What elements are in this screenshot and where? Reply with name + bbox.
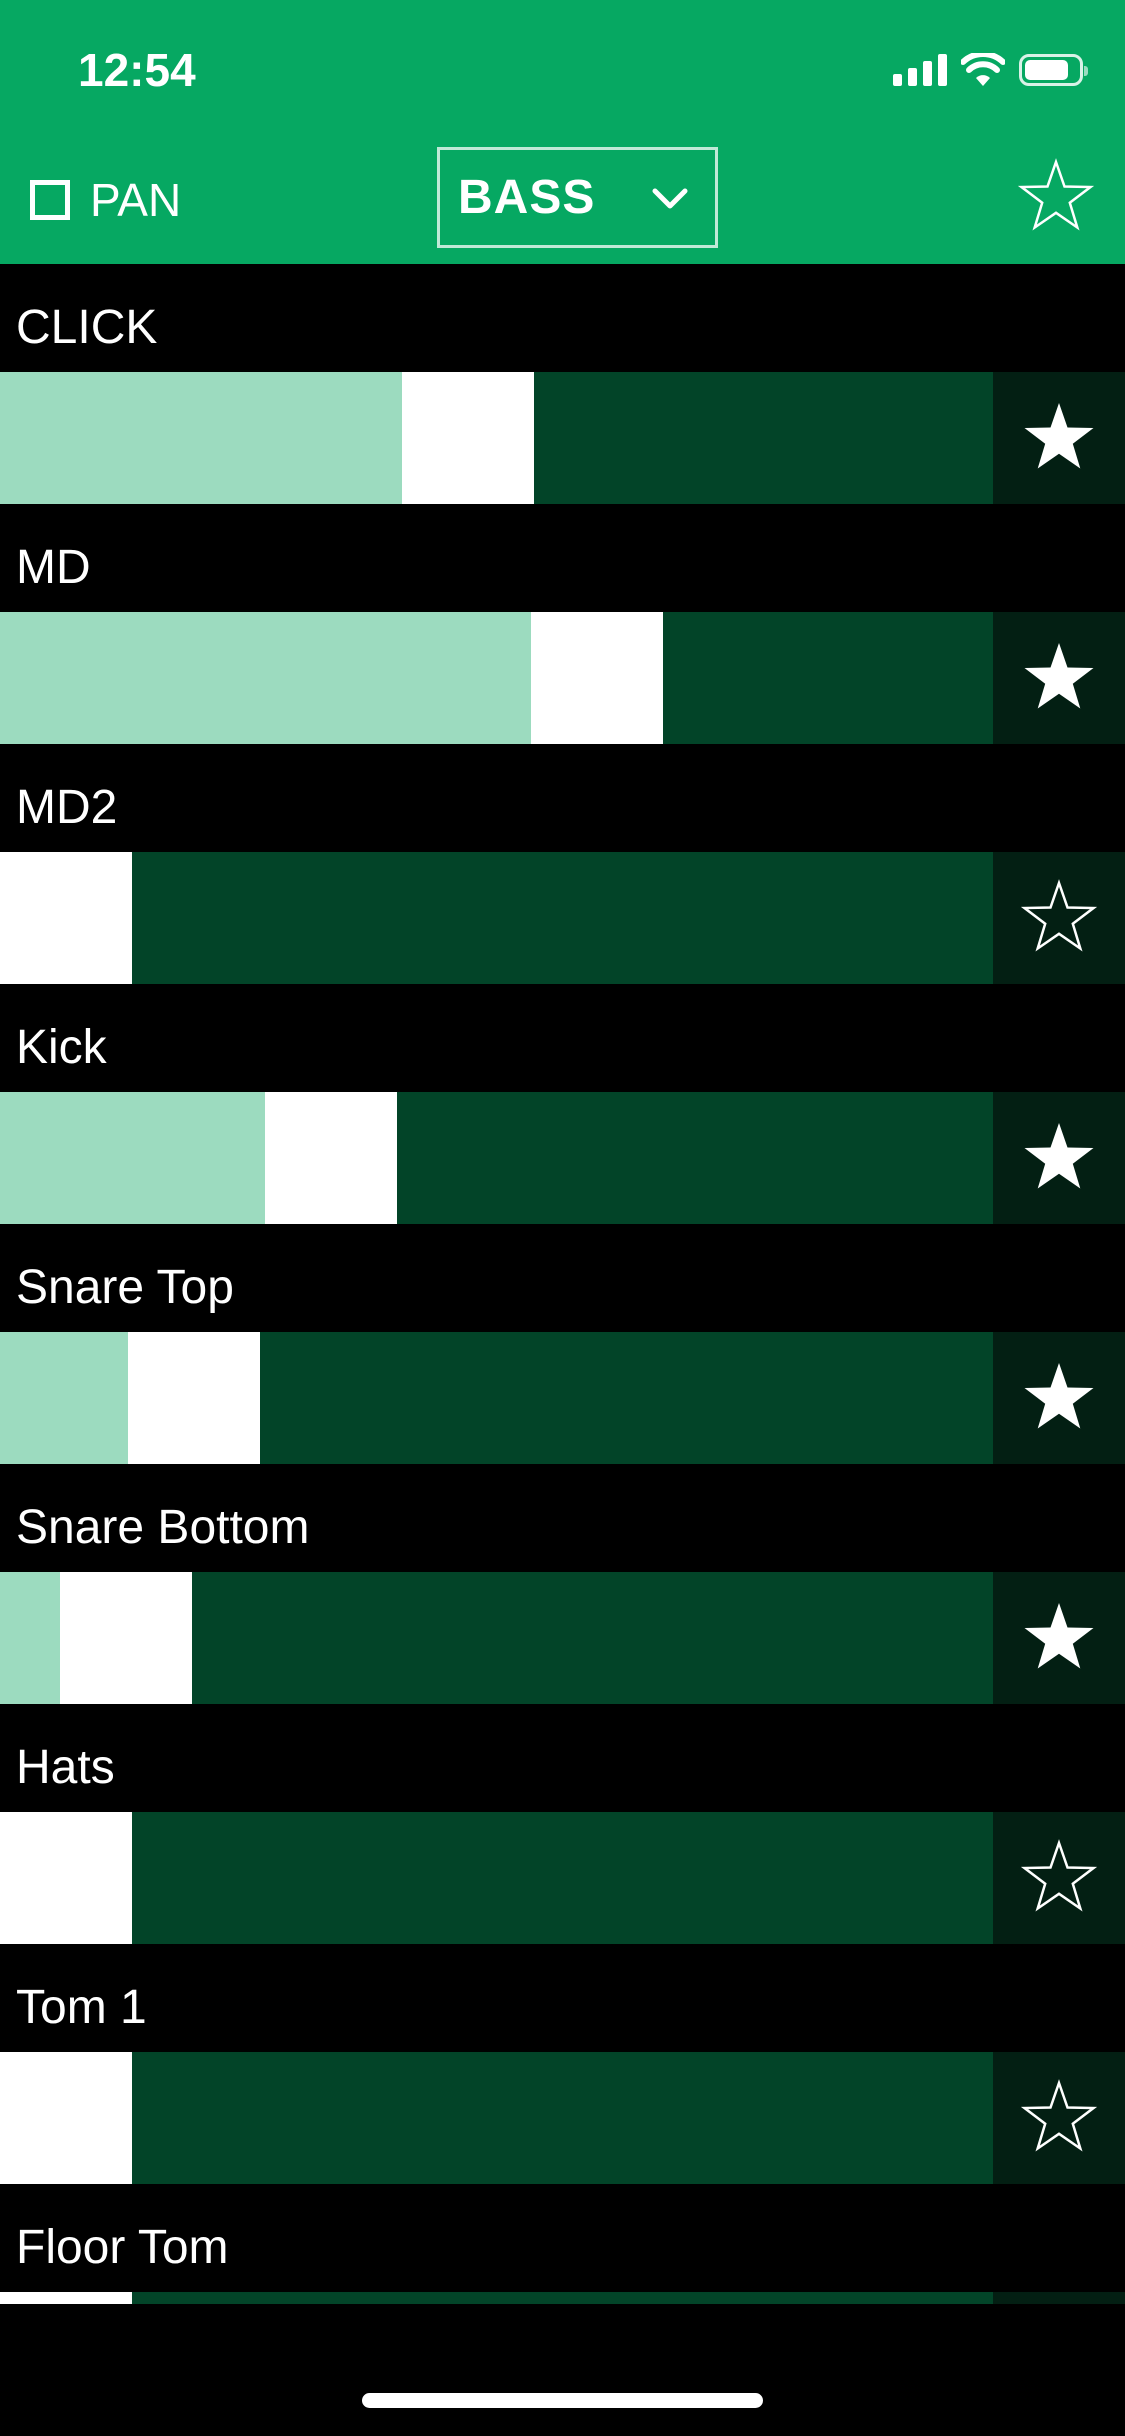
channel-name: MD2 xyxy=(16,781,118,834)
channel-row: MD xyxy=(0,504,1125,744)
channel-name: CLICK xyxy=(16,301,158,354)
mix-select-dropdown[interactable]: BASS xyxy=(437,147,718,248)
channel-name: MD xyxy=(16,541,91,594)
header-bar: 12:54 PAN BASS xyxy=(0,0,1125,264)
pan-toggle[interactable]: PAN xyxy=(30,172,181,228)
fader-handle[interactable] xyxy=(0,2052,132,2184)
channel-name: Snare Top xyxy=(16,1261,234,1314)
fader-fill xyxy=(0,612,531,744)
volume-fader[interactable] xyxy=(0,2292,993,2304)
fader-fill xyxy=(0,1572,60,1704)
favorite-button[interactable] xyxy=(993,1812,1125,1944)
fader-handle[interactable] xyxy=(128,1332,260,1464)
volume-fader[interactable] xyxy=(0,2052,993,2184)
wifi-icon xyxy=(961,53,1005,86)
star-outline-icon xyxy=(1020,879,1098,952)
fader-handle[interactable] xyxy=(60,1572,192,1704)
fader-handle[interactable] xyxy=(265,1092,397,1224)
channel-name: Floor Tom xyxy=(16,2221,229,2274)
favorite-button[interactable] xyxy=(993,612,1125,744)
volume-fader[interactable] xyxy=(0,1092,993,1224)
channel-row: Tom 1 xyxy=(0,1944,1125,2184)
fader-handle[interactable] xyxy=(402,372,534,504)
fader-handle[interactable] xyxy=(531,612,663,744)
chevron-down-icon xyxy=(652,188,688,209)
favorite-button[interactable] xyxy=(993,1092,1125,1224)
star-outline-icon[interactable] xyxy=(1017,158,1095,236)
channel-name: Kick xyxy=(16,1021,107,1074)
channel-row: Snare Top xyxy=(0,1224,1125,1464)
favorite-button[interactable] xyxy=(993,372,1125,504)
screen: 12:54 PAN BASS CLICK MD MD2 Kick Snare T… xyxy=(0,0,1125,2436)
channel-list[interactable]: CLICK MD MD2 Kick Snare Top Snare Bottom Hats T… xyxy=(0,264,1125,2304)
channel-row: MD2 xyxy=(0,744,1125,984)
star-filled-icon xyxy=(1024,403,1094,469)
channel-row: Snare Bottom xyxy=(0,1464,1125,1704)
star-filled-icon xyxy=(1024,1123,1094,1189)
volume-fader[interactable] xyxy=(0,1332,993,1464)
status-icons xyxy=(893,50,1088,90)
volume-fader[interactable] xyxy=(0,1812,993,1944)
channel-row: Hats xyxy=(0,1704,1125,1944)
battery-icon xyxy=(1019,54,1088,86)
channel-row: Kick xyxy=(0,984,1125,1224)
fader-handle[interactable] xyxy=(0,852,132,984)
channel-row: Floor Tom xyxy=(0,2184,1125,2304)
fader-fill xyxy=(0,1092,265,1224)
star-filled-icon xyxy=(1024,1603,1094,1669)
channel-name: Snare Bottom xyxy=(16,1501,310,1554)
volume-fader[interactable] xyxy=(0,372,993,504)
fader-fill xyxy=(0,372,402,504)
channel-name: Hats xyxy=(16,1741,115,1794)
battery-level xyxy=(1025,60,1068,80)
home-indicator[interactable] xyxy=(362,2393,763,2408)
mix-select-value: BASS xyxy=(458,171,596,224)
pan-checkbox[interactable] xyxy=(30,180,70,220)
fader-handle[interactable] xyxy=(0,2292,132,2304)
status-time: 12:54 xyxy=(78,44,196,96)
pan-label: PAN xyxy=(90,174,182,226)
favorite-button[interactable] xyxy=(993,1332,1125,1464)
favorite-button[interactable] xyxy=(993,2292,1125,2304)
channel-name: Tom 1 xyxy=(16,1981,147,2034)
fader-handle[interactable] xyxy=(0,1812,132,1944)
volume-fader[interactable] xyxy=(0,852,993,984)
star-outline-icon xyxy=(1020,2079,1098,2152)
star-filled-icon xyxy=(1024,1363,1094,1429)
volume-fader[interactable] xyxy=(0,612,993,744)
star-filled-icon xyxy=(1024,643,1094,709)
channel-row: CLICK xyxy=(0,264,1125,504)
fader-fill xyxy=(0,1332,128,1464)
cellular-signal-icon xyxy=(893,54,947,86)
favorite-button[interactable] xyxy=(993,1572,1125,1704)
favorite-button[interactable] xyxy=(993,852,1125,984)
volume-fader[interactable] xyxy=(0,1572,993,1704)
favorite-button[interactable] xyxy=(993,2052,1125,2184)
star-outline-icon xyxy=(1020,1839,1098,1912)
